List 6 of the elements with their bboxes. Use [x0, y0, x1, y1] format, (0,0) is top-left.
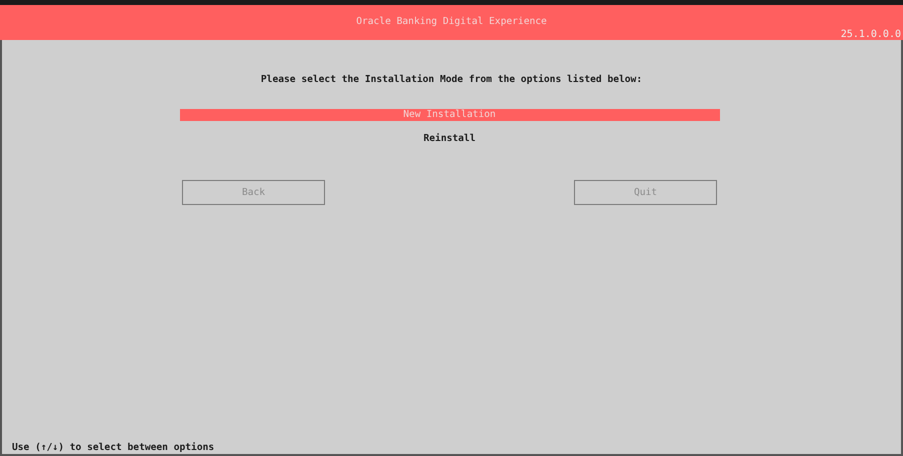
- option-item[interactable]: New Installation: [180, 109, 720, 121]
- status-hint: Use (↑/↓) to select between options: [12, 442, 214, 453]
- version-label: 25.1.0.0.0: [840, 29, 901, 40]
- prompt-text: Please select the Installation Mode from the options listed below:: [260, 74, 642, 85]
- option-item[interactable]: Reinstall: [180, 133, 720, 145]
- app-title: Oracle Banking Digital Experience: [356, 16, 547, 27]
